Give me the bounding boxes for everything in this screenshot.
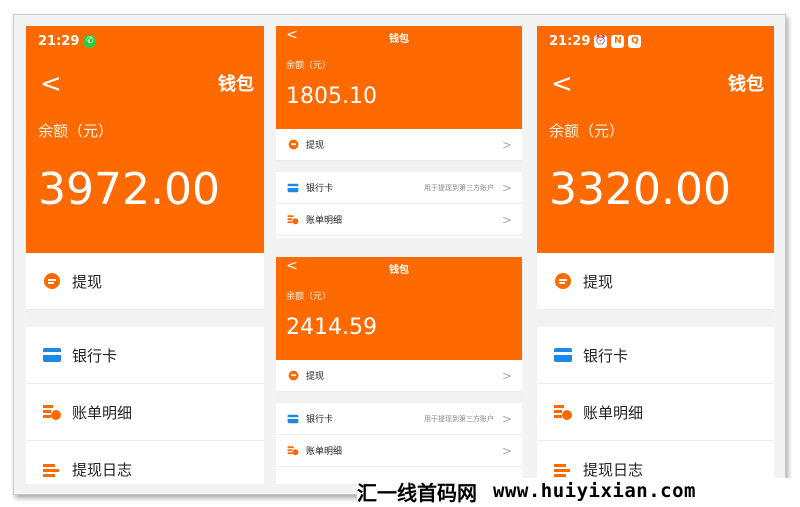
balance-amount: 2414.59 [286,315,377,340]
screenshot-collage: 21:29 ✆ < 钱包 余额（元） 3972.00 提现 银行卡 账单明细 提… [13,14,786,495]
chevron-right-icon: > [501,368,512,383]
bank-card-label: 银行卡 [306,415,334,425]
wechat-icon: ✆ [83,35,97,48]
status-bar: 21:29 ⏰ N Q [549,34,642,49]
alarm-icon: ⏰ [594,35,608,48]
wallet-panel-middle-bottom: < 钱包 余额（元） 2414.59 提现 > 银行卡 用于提现到第三方账户 >… [276,257,522,484]
bank-card-row[interactable]: 银行卡 [26,327,264,384]
bank-card-hint: 用于提现到第三方账户 [424,414,494,423]
status-time: 21:29 [38,34,80,49]
bank-card-label: 银行卡 [72,346,118,365]
status-bar: 21:29 ✆ [38,34,97,49]
watermark-brand: 汇一线首码网 [357,480,477,505]
wallet-panel-right: 21:29 ⏰ N Q < 钱包 余额（元） 3320.00 提现 银行卡 账单… [537,26,774,484]
bank-card-icon [287,413,299,425]
bill-detail-row[interactable]: 账单明细 [26,384,264,441]
qq-icon: Q [628,35,642,48]
chevron-right-icon: > [501,180,512,195]
chevron-right-icon: > [501,212,512,227]
bank-card-icon [42,345,62,365]
back-arrow-icon[interactable]: < [40,71,62,97]
chevron-right-icon: > [501,411,512,426]
withdraw-icon [287,139,299,151]
status-time: 21:29 [549,34,591,49]
withdraw-log-label: 提现日志 [583,461,644,479]
balance-label: 余额（元） [549,122,625,140]
bill-detail-row[interactable]: 账单明细 > [276,204,522,236]
bank-card-label: 银行卡 [583,346,629,365]
bank-card-icon [287,182,299,194]
bill-detail-row[interactable]: 账单明细 > [276,435,522,467]
balance-amount: 3320.00 [549,164,731,215]
balance-amount: 1805.10 [286,84,377,109]
bill-detail-row[interactable]: 账单明细 [537,384,774,441]
section-gap [26,310,264,327]
wallet-header: 21:29 ⏰ N Q < 钱包 余额（元） 3320.00 [537,26,774,253]
page-title: 钱包 [728,74,764,95]
bank-card-label: 银行卡 [306,184,334,194]
withdraw-label: 提现 [583,272,614,291]
bill-icon [287,214,299,226]
section-gap [276,161,522,172]
watermark-url: www.huiyixian.com [493,480,696,502]
bill-detail-label: 账单明细 [583,403,644,422]
withdraw-row[interactable]: 提现 [537,253,774,310]
section-gap [537,310,774,327]
withdraw-row[interactable]: 提现 > [276,360,522,392]
wallet-panel-left: 21:29 ✆ < 钱包 余额（元） 3972.00 提现 银行卡 账单明细 提… [26,26,264,484]
balance-label: 余额（元） [286,61,332,71]
wallet-header: < 钱包 余额（元） 1805.10 [276,26,522,129]
bill-detail-label: 账单明细 [72,403,133,422]
bank-card-row[interactable]: 银行卡 用于提现到第三方账户 > [276,172,522,204]
withdraw-label: 提现 [306,141,325,151]
withdraw-label: 提现 [306,372,325,382]
back-arrow-icon[interactable]: < [551,71,573,97]
withdraw-icon [42,271,62,291]
balance-label: 余额（元） [38,122,114,140]
chevron-right-icon: > [501,137,512,152]
chevron-right-icon: > [501,443,512,458]
withdraw-label: 提现 [72,272,103,291]
wallet-header: < 钱包 余额（元） 2414.59 [276,257,522,360]
withdraw-row[interactable]: 提现 [26,253,264,310]
balance-label: 余额（元） [286,292,332,302]
page-title: 钱包 [389,265,409,276]
bill-detail-label: 账单明细 [306,447,343,457]
page-title: 钱包 [389,34,409,45]
bill-icon [553,402,573,422]
withdraw-log-label: 提现日志 [72,461,133,479]
nfc-icon: N [611,35,625,48]
bank-card-hint: 用于提现到第三方账户 [424,183,494,192]
bank-card-row[interactable]: 银行卡 [537,327,774,384]
withdraw-log-row[interactable]: 提现日志 [26,441,264,484]
withdraw-log-icon [42,460,62,480]
withdraw-icon [287,370,299,382]
watermark: 汇一线首码网 www.huiyixian.com [357,478,797,505]
withdraw-icon [553,271,573,291]
wallet-header: 21:29 ✆ < 钱包 余额（元） 3972.00 [26,26,264,253]
page-title: 钱包 [218,74,254,95]
wallet-panel-middle-top: < 钱包 余额（元） 1805.10 提现 > 银行卡 用于提现到第三方账户 >… [276,26,522,238]
bill-detail-label: 账单明细 [306,216,343,226]
bank-card-icon [553,345,573,365]
bill-icon [42,402,62,422]
withdraw-log-icon [553,460,573,480]
balance-amount: 3972.00 [38,164,220,215]
withdraw-row[interactable]: 提现 > [276,129,522,161]
bank-card-row[interactable]: 银行卡 用于提现到第三方账户 > [276,403,522,435]
section-gap [276,392,522,403]
bill-icon [287,445,299,457]
